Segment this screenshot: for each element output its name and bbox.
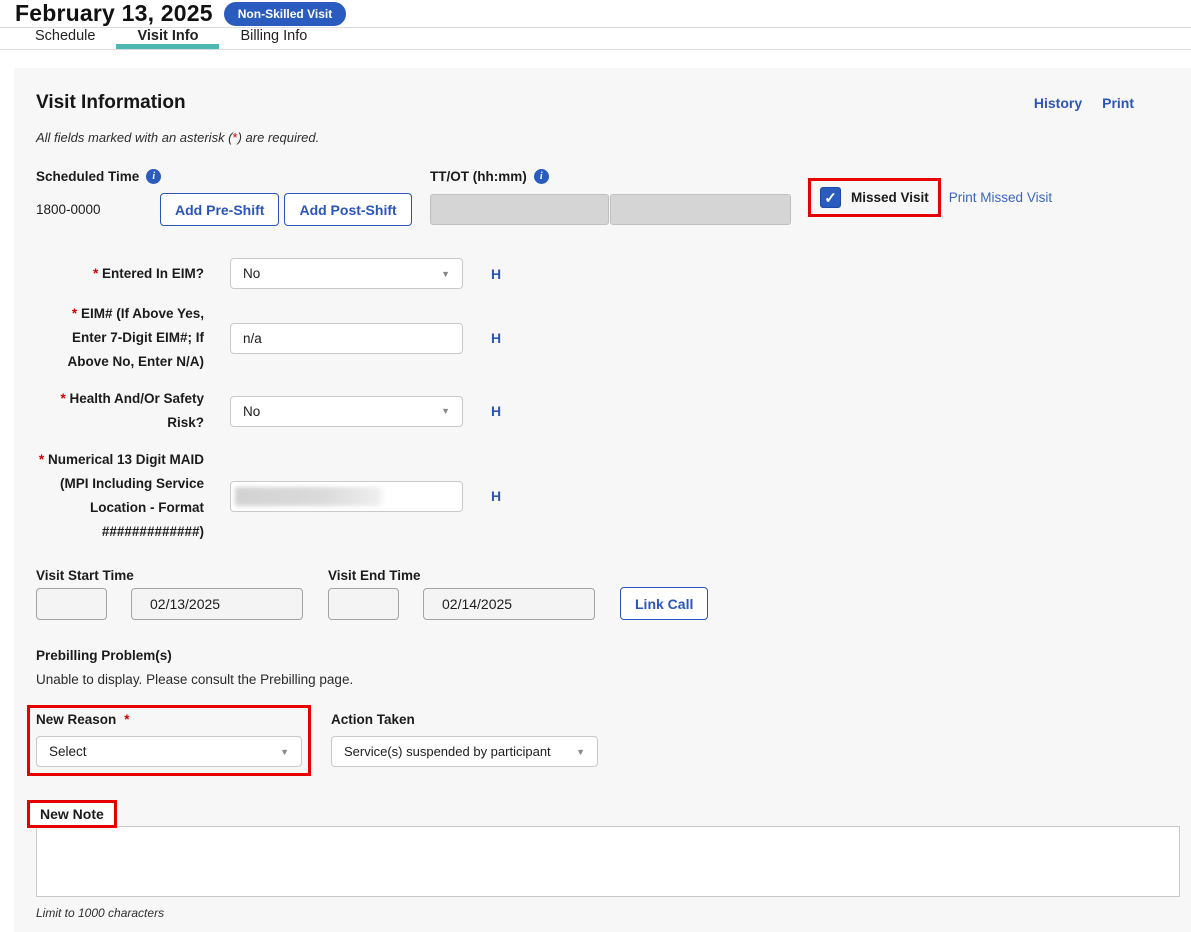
prebilling-problems-label: Prebilling Problem(s): [36, 648, 1180, 663]
health-safety-risk-select[interactable]: No ▼: [230, 396, 463, 427]
maid-row: * Numerical 13 Digit MAID (MPI Including…: [36, 448, 1180, 544]
chevron-down-icon: ▼: [441, 269, 450, 279]
info-icon[interactable]: i: [146, 169, 161, 184]
new-reason-select[interactable]: Select ▼: [36, 736, 302, 767]
tab-schedule[interactable]: Schedule: [14, 28, 116, 49]
entered-in-eim-label: * Entered In EIM?: [36, 262, 204, 286]
ttot-label: TT/OT (hh:mm) i: [430, 169, 792, 184]
field-history-h-link[interactable]: H: [491, 266, 501, 282]
chevron-down-icon: ▼: [576, 747, 585, 757]
visit-information-panel: Visit Information History Print All fiel…: [14, 68, 1191, 932]
chevron-down-icon: ▼: [441, 406, 450, 416]
field-history-h-link[interactable]: H: [491, 488, 501, 504]
entered-in-eim-row: * Entered In EIM? No ▼ H: [36, 258, 1180, 289]
note-limit-text: Limit to 1000 characters: [36, 906, 1180, 920]
missed-visit-label: Missed Visit: [851, 190, 929, 205]
field-history-h-link[interactable]: H: [491, 330, 501, 346]
eim-number-label: * EIM# (If Above Yes, Enter 7-Digit EIM#…: [36, 302, 204, 374]
add-post-shift-button[interactable]: Add Post-Shift: [284, 193, 411, 226]
health-safety-risk-row: * Health And/Or Safety Risk? No ▼ H: [36, 387, 1180, 435]
visit-start-date-input: [131, 588, 303, 620]
scheduled-time-label: Scheduled Time i: [36, 169, 430, 184]
visit-start-time-input: [36, 588, 107, 620]
visit-start-time-label: Visit Start Time: [36, 568, 303, 583]
redacted-value: [235, 487, 385, 506]
prebilling-message: Unable to display. Please consult the Pr…: [36, 672, 1180, 687]
required-note: All fields marked with an asterisk (*) a…: [36, 130, 1180, 145]
new-note-highlight: New Note: [27, 800, 117, 828]
visit-end-time-input: [328, 588, 399, 620]
print-missed-visit-link[interactable]: Print Missed Visit: [949, 190, 1052, 205]
history-link[interactable]: History: [1034, 95, 1082, 111]
visit-type-badge: Non-Skilled Visit: [224, 2, 346, 26]
required-asterisk: *: [39, 452, 44, 467]
tab-billing-info[interactable]: Billing Info: [219, 28, 328, 49]
scheduled-time-value: 1800-0000: [36, 202, 160, 217]
tab-visit-info[interactable]: Visit Info: [116, 28, 219, 49]
page-title: February 13, 2025: [15, 0, 213, 27]
required-asterisk: *: [93, 266, 98, 281]
required-asterisk: *: [60, 391, 65, 406]
ttot-input-2: [610, 194, 791, 225]
new-reason-highlight: New Reason * Select ▼: [27, 705, 311, 776]
link-call-button[interactable]: Link Call: [620, 587, 708, 620]
maid-label: * Numerical 13 Digit MAID (MPI Including…: [36, 448, 204, 544]
maid-input[interactable]: [230, 481, 463, 512]
add-pre-shift-button[interactable]: Add Pre-Shift: [160, 193, 279, 226]
chevron-down-icon: ▼: [280, 747, 289, 757]
health-safety-risk-label: * Health And/Or Safety Risk?: [36, 387, 204, 435]
field-history-h-link[interactable]: H: [491, 403, 501, 419]
info-icon[interactable]: i: [534, 169, 549, 184]
eim-number-row: * EIM# (If Above Yes, Enter 7-Digit EIM#…: [36, 302, 1180, 374]
new-note-textarea[interactable]: [36, 826, 1180, 897]
action-taken-select[interactable]: Service(s) suspended by participant ▼: [331, 736, 598, 767]
new-note-label: New Note: [40, 806, 104, 822]
visit-end-time-label: Visit End Time: [328, 568, 595, 583]
required-asterisk: *: [72, 306, 77, 321]
missed-visit-highlight: ✓ Missed Visit: [808, 178, 941, 217]
tab-bar: Schedule Visit Info Billing Info: [0, 28, 1191, 50]
visit-end-date-input: [423, 588, 595, 620]
action-taken-label: Action Taken: [331, 712, 598, 727]
new-reason-label: New Reason *: [36, 712, 302, 727]
entered-in-eim-select[interactable]: No ▼: [230, 258, 463, 289]
page-header: February 13, 2025 Non-Skilled Visit: [0, 0, 1191, 28]
print-link[interactable]: Print: [1102, 95, 1134, 111]
required-asterisk: *: [124, 712, 129, 727]
visit-information-heading: Visit Information: [36, 92, 186, 114]
eim-number-input[interactable]: [230, 323, 463, 354]
missed-visit-checkbox[interactable]: ✓: [820, 187, 841, 208]
ttot-input-1: [430, 194, 609, 225]
